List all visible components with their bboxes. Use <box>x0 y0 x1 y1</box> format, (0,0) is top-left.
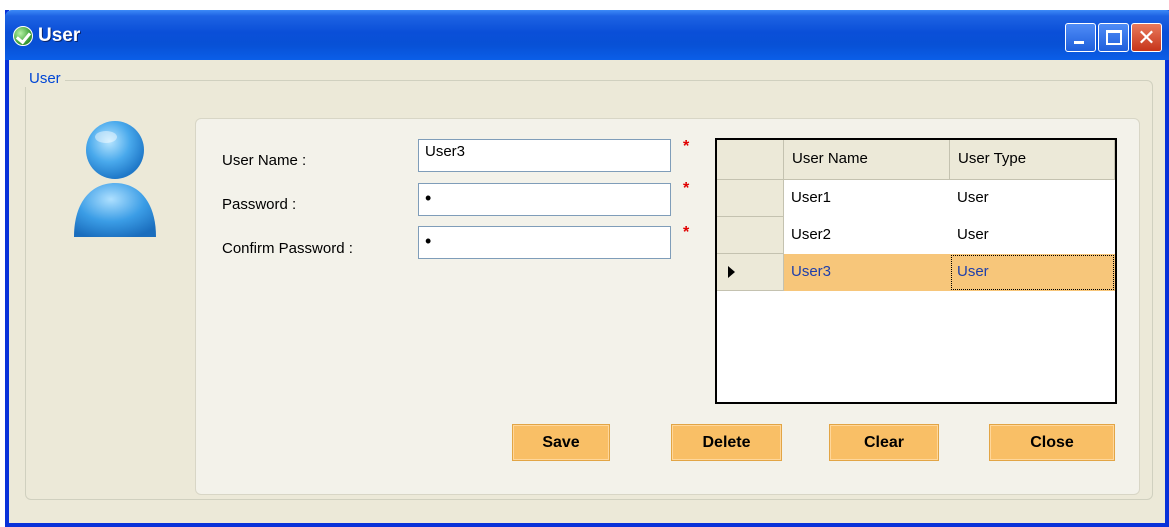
cell-user-type[interactable]: User <box>950 180 1115 217</box>
maximize-icon <box>1106 30 1122 45</box>
row-header[interactable] <box>717 180 784 217</box>
required-marker: * <box>683 180 690 197</box>
group-title: User <box>25 70 65 87</box>
column-header-user-type[interactable]: User Type <box>950 140 1115 180</box>
cell-user-type[interactable]: User <box>950 217 1115 254</box>
maximize-button[interactable] <box>1098 23 1129 52</box>
minimize-button[interactable] <box>1065 23 1096 52</box>
password-input[interactable]: • <box>418 183 671 216</box>
grid-header: User Name User Type <box>717 140 1115 180</box>
minimize-icon <box>1074 41 1084 44</box>
close-button[interactable]: Close <box>989 424 1115 461</box>
cell-user-name-selected[interactable]: User3 <box>784 254 950 291</box>
required-marker: * <box>683 224 690 241</box>
username-input[interactable]: User3 <box>418 139 671 172</box>
clear-button[interactable]: Clear <box>829 424 939 461</box>
close-icon: ✕ <box>1137 25 1156 50</box>
row-header[interactable] <box>717 217 784 254</box>
confirm-password-input[interactable]: • <box>418 226 671 259</box>
cell-user-name[interactable]: User1 <box>784 180 950 217</box>
window-title: User <box>38 25 81 46</box>
column-header-user-name[interactable]: User Name <box>784 140 950 180</box>
close-window-button[interactable]: ✕ <box>1131 23 1162 52</box>
cell-user-name[interactable]: User2 <box>784 217 950 254</box>
user-avatar-icon <box>74 121 156 237</box>
grid-corner-cell[interactable] <box>717 140 784 180</box>
check-circle-icon <box>13 26 33 46</box>
save-button[interactable]: Save <box>512 424 610 461</box>
required-marker: * <box>683 138 690 155</box>
delete-button[interactable]: Delete <box>671 424 782 461</box>
cell-user-type-selected[interactable]: User <box>950 254 1115 291</box>
users-grid[interactable]: User Name User Type User1 User User2 Use… <box>715 138 1117 404</box>
row-pointer-icon <box>728 266 735 278</box>
username-label: User Name : <box>222 152 307 169</box>
row-header-selected[interactable] <box>717 254 784 291</box>
title-bar[interactable]: User ✕ <box>5 10 1169 60</box>
password-label: Password : <box>222 196 297 213</box>
confirm-password-label: Confirm Password : <box>222 240 353 257</box>
